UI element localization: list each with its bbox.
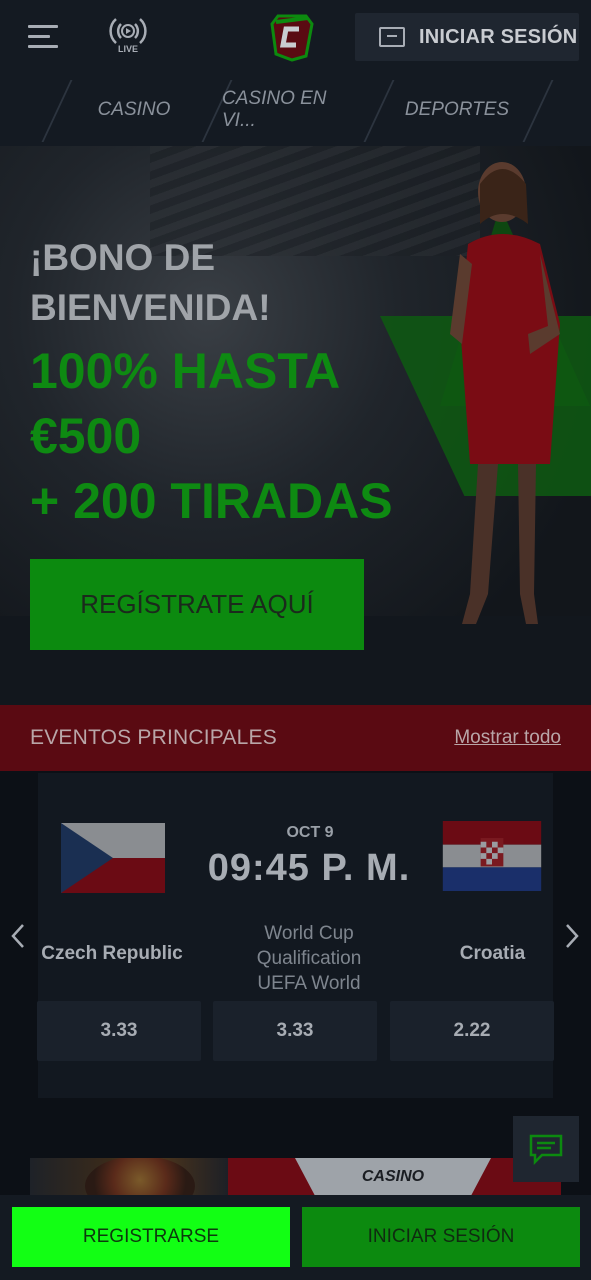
bonus-spins-line: + 200 TIRADAS	[30, 473, 393, 529]
bottom-action-bar: REGISTRARSE INICIAR SESIÓN	[0, 1195, 591, 1280]
hamburger-icon[interactable]	[28, 25, 58, 49]
show-all-link[interactable]: Mostrar todo	[454, 727, 561, 749]
match-date: OCT 9	[286, 824, 334, 841]
welcome-bonus-banner[interactable]: ¡BONO DE BIENVENIDA! 100% HASTA €500 + 2…	[0, 146, 591, 705]
live-broadcast-icon	[109, 18, 147, 44]
category-nav: CASINO CASINO EN VI... DEPORTES	[0, 74, 591, 146]
nav-item-live-casino[interactable]: CASINO EN VI...	[222, 74, 364, 146]
odd-home-button[interactable]: 3.33	[37, 1001, 201, 1061]
helmet-graphic	[85, 1158, 195, 1195]
away-team-name: Croatia	[459, 943, 526, 964]
register-button[interactable]: REGISTRARSE	[12, 1207, 290, 1267]
match-time: 09:45 P. M.	[207, 847, 411, 889]
casino-promo-tab[interactable]: CASINO	[295, 1158, 491, 1195]
odd-away-button[interactable]: 2.22	[390, 1001, 554, 1061]
casino-promo-section: CASINO	[0, 1100, 591, 1195]
register-here-button[interactable]: REGÍSTRATE AQUÍ	[30, 559, 364, 650]
chat-icon	[529, 1134, 563, 1165]
nav-item-sports[interactable]: DEPORTES	[392, 74, 522, 146]
casino-promo-image[interactable]	[30, 1158, 228, 1195]
events-carousel: OCT 9 09:45 P. M. Czech Republic World C…	[0, 771, 591, 1100]
top-events-title: EVENTOS PRINCIPALES	[30, 726, 277, 749]
bottom-login-button[interactable]: INICIAR SESIÓN	[302, 1207, 580, 1267]
key-icon	[379, 27, 405, 47]
bonus-heading-line1: ¡BONO DE	[30, 237, 215, 278]
croatia-flag-icon	[442, 821, 542, 891]
top-events-header: EVENTOS PRINCIPALES Mostrar todo	[0, 705, 591, 771]
czech-flag-icon	[61, 823, 165, 893]
login-button[interactable]: INICIAR SESIÓN	[355, 13, 579, 61]
league-line: UEFA World	[257, 973, 361, 994]
brand-logo[interactable]	[268, 12, 316, 62]
bonus-heading-line2: BIENVENIDA!	[30, 287, 271, 328]
live-label: LIVE	[117, 44, 138, 54]
bonus-amount-line2: €500	[30, 408, 142, 464]
odd-draw-button[interactable]: 3.33	[213, 1001, 377, 1061]
nav-divider	[363, 80, 395, 142]
match-league: World Cup Qualification UEFA World	[236, 921, 382, 996]
chevron-left-icon[interactable]	[6, 919, 30, 953]
bonus-amount-line1: 100% HASTA	[30, 343, 341, 399]
home-team-name: Czech Republic	[41, 943, 183, 964]
league-line: World Cup	[264, 923, 354, 944]
top-header: LIVE INICIAR SESIÓN	[0, 0, 591, 74]
casino-promo-label: CASINO	[361, 1167, 425, 1185]
nav-divider	[41, 80, 73, 142]
login-button-label: INICIAR SESIÓN	[419, 25, 578, 48]
nav-divider	[522, 80, 554, 142]
live-button[interactable]: LIVE	[106, 16, 150, 58]
nav-item-casino[interactable]: CASINO	[70, 74, 198, 146]
league-line: Qualification	[256, 948, 362, 969]
promo-model-image	[450, 162, 560, 624]
chat-button[interactable]	[513, 1116, 579, 1182]
